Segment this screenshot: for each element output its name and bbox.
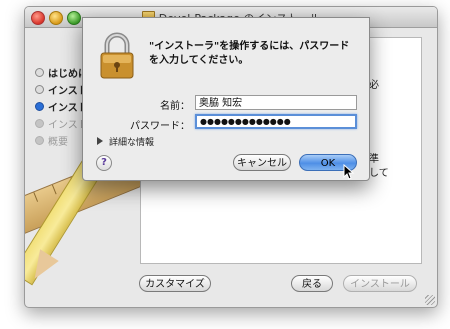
step-dot-icon bbox=[35, 68, 44, 77]
auth-message: "インストーラ"を操作するには、パスワードを入力してください。 bbox=[149, 41, 350, 66]
help-button[interactable]: ? bbox=[96, 155, 112, 171]
customize-button[interactable]: カスタマイズ bbox=[139, 275, 211, 292]
password-field[interactable]: ●●●●●●●●●●●●● bbox=[195, 114, 357, 129]
name-field[interactable]: 奥脇 知宏 bbox=[195, 95, 357, 110]
step-destination: インスト bbox=[35, 82, 88, 97]
step-label: 概要 bbox=[48, 137, 68, 148]
content-text-fragment: して bbox=[369, 168, 389, 179]
lock-icon bbox=[100, 32, 134, 79]
details-label: 詳細な情報 bbox=[109, 138, 155, 148]
install-button[interactable]: インストール bbox=[343, 275, 417, 292]
step-introduction: はじめに bbox=[35, 65, 88, 80]
password-label: パスワード： bbox=[130, 121, 190, 132]
details-disclosure[interactable]: 詳細な情報 bbox=[97, 135, 154, 148]
step-dot-icon bbox=[35, 85, 44, 94]
content-text-fragment: 必 bbox=[369, 80, 379, 91]
mouse-pointer-icon bbox=[343, 164, 355, 180]
disclosure-triangle-icon[interactable] bbox=[97, 137, 103, 145]
name-label: 名前： bbox=[160, 101, 190, 112]
back-button[interactable]: 戻る bbox=[291, 275, 333, 292]
step-active-dot-icon bbox=[35, 102, 44, 111]
step-summary: 概要 bbox=[35, 133, 68, 148]
step-installation-type: インスト bbox=[35, 99, 88, 114]
cancel-button[interactable]: キャンセル bbox=[233, 154, 291, 171]
resize-grip[interactable] bbox=[425, 295, 435, 305]
step-install: インスト bbox=[35, 116, 88, 131]
content-text-fragment: 準 bbox=[369, 154, 379, 165]
step-dot-icon bbox=[35, 136, 44, 145]
step-dot-icon bbox=[35, 119, 44, 128]
auth-sheet: "インストーラ"を操作するには、パスワードを入力してください。 名前： 奥脇 知… bbox=[82, 17, 370, 181]
